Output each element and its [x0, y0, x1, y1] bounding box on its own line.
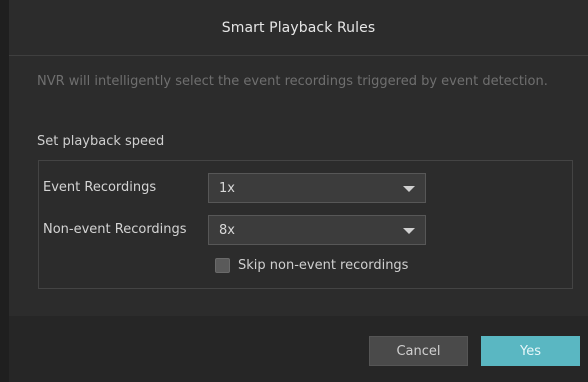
dialog-description: NVR will intelligently select the event …: [37, 74, 548, 89]
playback-speed-section-label: Set playback speed: [37, 134, 165, 149]
skip-non-event-label[interactable]: Skip non-event recordings: [238, 258, 408, 273]
dialog-title: Smart Playback Rules: [221, 19, 376, 36]
smart-playback-dialog: Smart Playback Rules NVR will intelligen…: [0, 0, 588, 382]
non-event-recordings-select[interactable]: 8x: [208, 215, 426, 245]
cancel-button[interactable]: Cancel: [369, 336, 468, 366]
skip-non-event-checkbox[interactable]: [215, 258, 230, 273]
yes-button[interactable]: Yes: [481, 336, 580, 366]
dialog-title-bar: Smart Playback Rules: [9, 0, 588, 56]
event-recordings-label: Event Recordings: [43, 180, 157, 195]
dialog-footer: Cancel Yes: [9, 316, 588, 382]
skip-non-event-option[interactable]: Skip non-event recordings: [215, 258, 408, 273]
playback-speed-panel: Event Recordings 1x Non-event Recordings…: [38, 160, 573, 289]
non-event-recordings-value: 8x: [219, 222, 235, 238]
dropdown-arrow-icon: [403, 186, 415, 192]
event-recordings-select[interactable]: 1x: [208, 173, 426, 203]
event-recordings-value: 1x: [219, 180, 235, 196]
dropdown-arrow-icon: [403, 228, 415, 234]
non-event-recordings-label: Non-event Recordings: [43, 222, 187, 237]
